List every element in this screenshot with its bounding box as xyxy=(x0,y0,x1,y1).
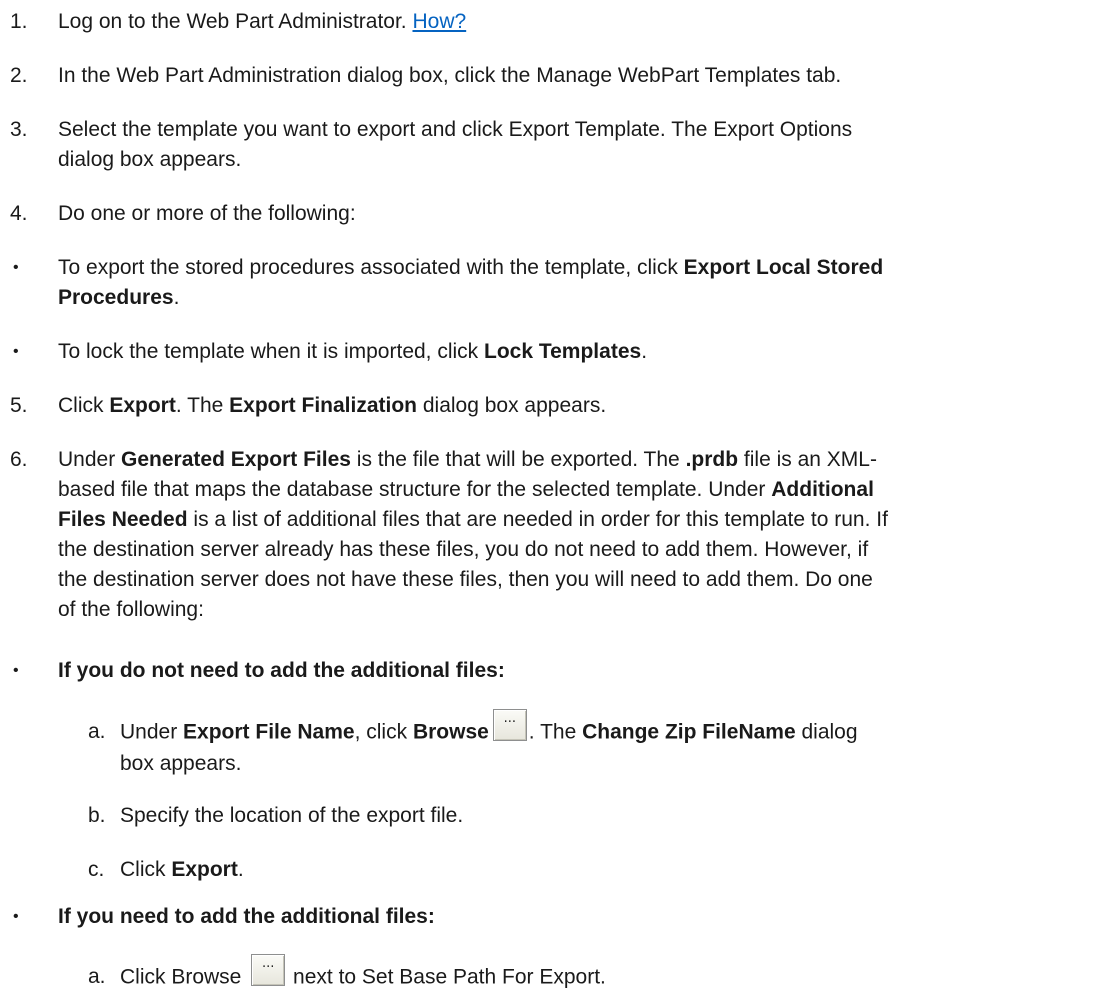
step-6: 6. Under Generated Export Files is the f… xyxy=(0,445,1119,625)
substep-b: b. Specify the location of the export fi… xyxy=(0,801,1119,831)
step-number: 2. xyxy=(10,64,28,87)
substep-label: c. xyxy=(88,858,105,881)
bullet-no-additional-files: • If you do not need to add the addition… xyxy=(0,656,1119,686)
substep-a: a. Under Export File Name, click Browse.… xyxy=(88,709,858,775)
step-text: Log on to the Web Part Administrator. xyxy=(58,10,413,33)
bullet-lock-templates: • To lock the template when it is import… xyxy=(0,337,1119,367)
step-text-line: Select the template you want to export a… xyxy=(58,118,853,141)
step-2: 2. In the Web Part Administration dialog… xyxy=(0,61,1119,91)
substep-label: b. xyxy=(88,804,106,827)
bullet-icon: • xyxy=(13,259,19,276)
bullet-icon: • xyxy=(13,343,19,360)
substep-a-additional: a. Click Browse ... next to Set Base Pat… xyxy=(0,954,1119,992)
step-text: In the Web Part Administration dialog bo… xyxy=(58,64,842,87)
step-number: 6. xyxy=(10,448,28,471)
step-number: 1. xyxy=(10,10,28,33)
step-text: Do one or more of the following: xyxy=(58,202,356,225)
step-4: 4. Do one or more of the following: xyxy=(0,199,1119,229)
bullet-icon: • xyxy=(13,908,19,925)
substep-c: c. Click Export. xyxy=(0,855,1119,885)
step-text-line: dialog box appears. xyxy=(58,148,242,171)
bullet-icon: • xyxy=(13,662,19,679)
substep-label: a. xyxy=(88,720,106,743)
bullet-heading: If you do not need to add the additional… xyxy=(58,659,505,682)
browse-button[interactable]: ... xyxy=(251,954,286,986)
bullet-need-additional-files: • If you need to add the additional file… xyxy=(0,902,1119,932)
step-number: 4. xyxy=(10,202,28,225)
document-page: 1. Log on to the Web Part Administrator.… xyxy=(0,0,1119,994)
step-number: 5. xyxy=(10,394,28,417)
step-5: 5. Click Export. The Export Finalization… xyxy=(0,391,1119,421)
step-1: 1. Log on to the Web Part Administrator.… xyxy=(0,7,1119,37)
bullet-export-procedures: • To export the stored procedures associ… xyxy=(0,253,1119,313)
bullet-heading: If you need to add the additional files: xyxy=(58,905,435,928)
substep-label: a. xyxy=(88,965,106,988)
step-3: 3. Select the template you want to expor… xyxy=(0,115,1119,175)
step-number: 3. xyxy=(10,118,28,141)
how-link[interactable]: How? xyxy=(412,10,466,33)
browse-button[interactable]: ... xyxy=(492,709,527,741)
